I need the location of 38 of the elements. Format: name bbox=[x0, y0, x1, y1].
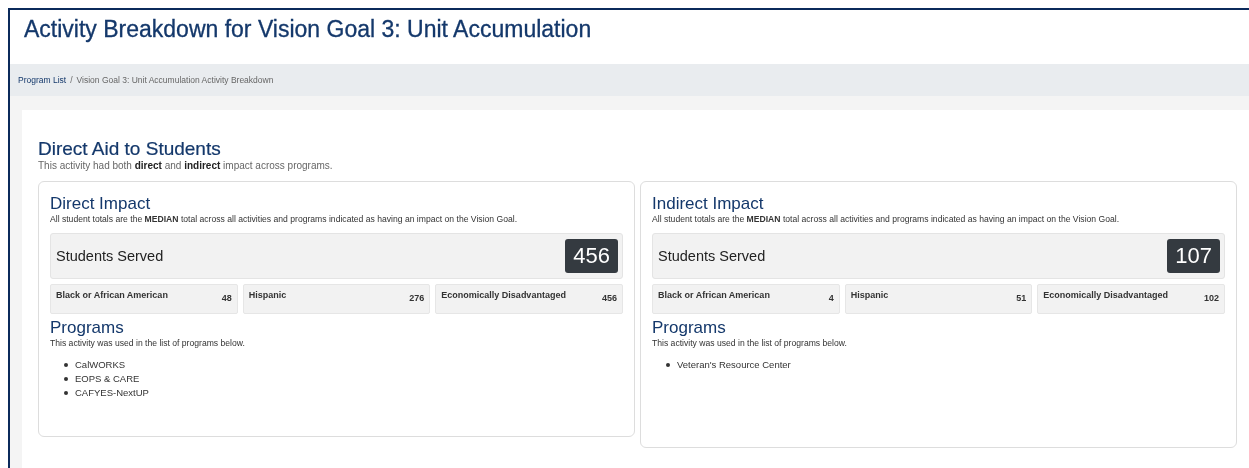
total-badge: 107 bbox=[1167, 239, 1220, 273]
activity-description: This activity had both direct and indirect impact across programs. bbox=[38, 160, 334, 171]
programs-heading: Programs bbox=[652, 318, 727, 338]
program-item: CalWORKS bbox=[75, 358, 126, 372]
programs-note: This activity was used in the list of programs below. bbox=[50, 338, 246, 348]
program-item: CAFYES-NextUP bbox=[75, 386, 149, 400]
total-badge: 456 bbox=[565, 239, 618, 273]
demographic-count: 102 bbox=[1204, 292, 1219, 303]
demographic-count: 456 bbox=[602, 292, 617, 303]
students-served-label: Students Served bbox=[658, 248, 766, 264]
bullet-icon bbox=[666, 363, 670, 367]
page-title: Activity Breakdown for Vision Goal 3: Unit Accumulation bbox=[23, 15, 593, 44]
demographic-count: 276 bbox=[409, 292, 425, 303]
activity-title: Direct Aid to Students bbox=[38, 138, 222, 160]
breadcrumb-current: Vision Goal 3: Unit Accumulation Activity Breakdown bbox=[76, 75, 274, 85]
panel-title: Direct Impact bbox=[50, 194, 152, 214]
programs-heading: Programs bbox=[50, 318, 125, 338]
panel-note: All student totals are the MEDIAN total across all activities and programs indicated as having an impact on the Vision Goal. bbox=[652, 214, 1121, 224]
demographic-count: 51 bbox=[1016, 292, 1027, 303]
panel-title: Indirect Impact bbox=[652, 194, 765, 214]
program-item: EOPS & CARE bbox=[75, 372, 140, 386]
demographic-label: Hispanic bbox=[850, 290, 889, 300]
bullet-icon bbox=[64, 391, 68, 395]
bullet-icon bbox=[64, 363, 68, 367]
programs-note: This activity was used in the list of programs below. bbox=[652, 338, 848, 348]
panel-note: All student totals are the MEDIAN total across all activities and programs indicated as having an impact on the Vision Goal. bbox=[50, 214, 519, 224]
breadcrumb-link[interactable]: Program List bbox=[18, 75, 67, 85]
breadcrumb-separator: / bbox=[70, 75, 73, 85]
program-item: Veteran's Resource Center bbox=[677, 358, 791, 372]
demographic-label: Economically Disadvantaged bbox=[1043, 290, 1168, 300]
bullet-icon bbox=[64, 377, 68, 381]
demographic-label: Economically Disadvantaged bbox=[441, 290, 566, 300]
students-served-label: Students Served bbox=[56, 248, 164, 264]
demographic-label: Black or African American bbox=[56, 290, 168, 300]
demographic-label: Black or African American bbox=[658, 290, 770, 300]
demographic-count: 4 bbox=[828, 292, 834, 303]
demographic-label: Hispanic bbox=[248, 290, 287, 300]
demographic-count: 48 bbox=[221, 292, 232, 303]
